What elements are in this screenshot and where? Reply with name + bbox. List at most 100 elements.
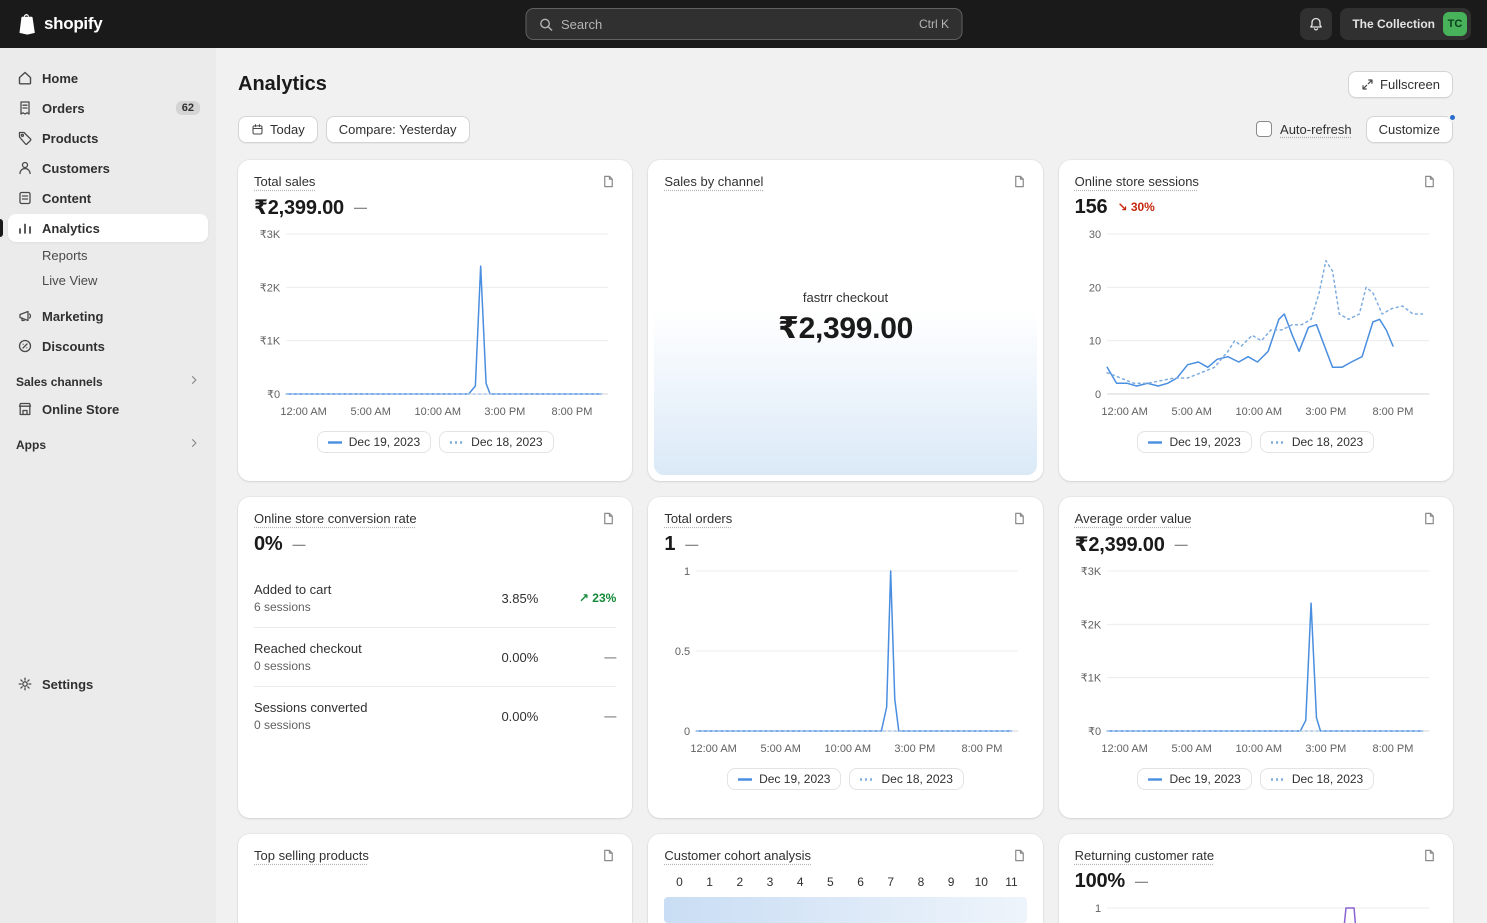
export-report-icon[interactable] [1012, 511, 1027, 526]
metric-value: 156 [1075, 196, 1108, 219]
dotted-line-swatch [1271, 441, 1285, 444]
shopify-bag-icon [16, 13, 37, 36]
date-range-button[interactable]: Today [238, 116, 318, 143]
auto-refresh-toggle[interactable]: Auto-refresh [1256, 121, 1352, 137]
svg-text:₹2K: ₹2K [260, 282, 281, 294]
svg-text:0: 0 [1095, 389, 1101, 401]
funnel-step-sessions: 0 sessions [254, 718, 367, 732]
auto-refresh-checkbox[interactable] [1256, 121, 1272, 137]
sidebar-item-marketing[interactable]: Marketing [8, 302, 208, 330]
svg-text:₹0: ₹0 [267, 389, 280, 401]
funnel-step-rate: 0.00% [501, 709, 538, 724]
conversion-rate-card: Online store conversion rate 0% — Added … [238, 497, 632, 818]
svg-text:1: 1 [684, 566, 690, 578]
total-sales-card: Total sales ₹2,399.00 — ₹3K₹2K₹1K₹012:00… [238, 160, 632, 481]
cohort-col: 6 [845, 875, 875, 889]
store-menu[interactable]: The Collection TC [1340, 8, 1471, 40]
card-title[interactable]: Customer cohort analysis [664, 848, 811, 863]
customize-button[interactable]: Customize [1366, 116, 1453, 143]
svg-text:10:00 AM: 10:00 AM [1235, 406, 1281, 418]
funnel-row-reached-checkout: Reached checkout 0 sessions 0.00% — [254, 627, 616, 686]
sidebar-item-content[interactable]: Content [8, 184, 208, 212]
sidebar-item-reports[interactable]: Reports [8, 244, 208, 267]
topbar: shopify Search Ctrl K The Collection TC [0, 0, 1487, 48]
chevron-right-icon [188, 437, 200, 452]
customize-label: Customize [1379, 122, 1440, 137]
card-title[interactable]: Sales by channel [664, 174, 763, 189]
sidebar-item-analytics[interactable]: Analytics [8, 214, 208, 242]
legend-dec19[interactable]: Dec 19, 2023 [1137, 768, 1251, 790]
content-icon [16, 189, 34, 207]
fullscreen-icon [1361, 78, 1374, 91]
export-report-icon[interactable] [601, 848, 616, 863]
sidebar-item-live-view[interactable]: Live View [8, 269, 208, 292]
card-title[interactable]: Online store conversion rate [254, 511, 417, 526]
card-title[interactable]: Total orders [664, 511, 732, 526]
sidebar: Home Orders 62 Products Customers Conten… [0, 48, 216, 923]
svg-text:0.5: 0.5 [675, 646, 690, 658]
export-report-icon[interactable] [1012, 848, 1027, 863]
sidebar-item-home[interactable]: Home [8, 64, 208, 92]
legend-dec18[interactable]: Dec 18, 2023 [1260, 768, 1374, 790]
card-title[interactable]: Total sales [254, 174, 315, 189]
cohort-col: 9 [936, 875, 966, 889]
metric-value: 0% [254, 533, 283, 556]
active-indicator [0, 219, 3, 237]
legend-dec19[interactable]: Dec 19, 2023 [317, 431, 431, 453]
sidebar-item-discounts[interactable]: Discounts [8, 332, 208, 360]
sales-channels-section[interactable]: Sales channels [8, 362, 208, 395]
legend-label: Dec 19, 2023 [1169, 435, 1240, 449]
compare-button[interactable]: Compare: Yesterday [326, 116, 470, 143]
analytics-card-grid: Total sales ₹2,399.00 — ₹3K₹2K₹1K₹012:00… [238, 160, 1453, 923]
sidebar-item-settings[interactable]: Settings [8, 670, 208, 698]
sales-by-channel-card: Sales by channel fastrr checkout ₹2,399.… [648, 160, 1042, 481]
fullscreen-button[interactable]: Fullscreen [1348, 71, 1453, 98]
legend-dec19[interactable]: Dec 19, 2023 [727, 768, 841, 790]
svg-text:5:00 AM: 5:00 AM [1171, 743, 1211, 755]
svg-text:8:00 PM: 8:00 PM [1372, 743, 1413, 755]
export-report-icon[interactable] [1422, 174, 1437, 189]
metric-change-down: ↘ 30% [1117, 200, 1154, 214]
cohort-col: 4 [785, 875, 815, 889]
sidebar-item-label: Products [42, 131, 98, 146]
store-avatar: TC [1443, 12, 1467, 36]
svg-text:₹3K: ₹3K [1080, 566, 1101, 578]
cohort-col: 3 [755, 875, 785, 889]
legend-dec18[interactable]: Dec 18, 2023 [439, 431, 553, 453]
export-report-icon[interactable] [601, 511, 616, 526]
export-report-icon[interactable] [1012, 174, 1027, 189]
average-order-value-card: Average order value ₹2,399.00 — ₹3K₹2K₹1… [1059, 497, 1453, 818]
legend-dec18[interactable]: Dec 18, 2023 [849, 768, 963, 790]
sidebar-item-orders[interactable]: Orders 62 [8, 94, 208, 122]
funnel-step-delta: — [538, 709, 616, 723]
export-report-icon[interactable] [1422, 848, 1437, 863]
card-title[interactable]: Average order value [1075, 511, 1192, 526]
svg-text:3:00 PM: 3:00 PM [1305, 406, 1346, 418]
card-title[interactable]: Returning customer rate [1075, 848, 1214, 863]
export-report-icon[interactable] [601, 174, 616, 189]
sidebar-item-label: Orders [42, 101, 85, 116]
legend-dec19[interactable]: Dec 19, 2023 [1137, 431, 1251, 453]
page-title: Analytics [238, 73, 327, 96]
apps-section[interactable]: Apps [8, 425, 208, 458]
cohort-col: 2 [725, 875, 755, 889]
cohort-col: 1 [695, 875, 725, 889]
sidebar-item-label: Settings [42, 677, 93, 692]
legend-dec18[interactable]: Dec 18, 2023 [1260, 431, 1374, 453]
funnel-row-added-to-cart: Added to cart 6 sessions 3.85% ↗ 23% [254, 569, 616, 627]
funnel-step-label: Sessions converted [254, 700, 367, 715]
total-orders-card: Total orders 1 — 10.5012:00 AM5:00 AM10:… [648, 497, 1042, 818]
svg-text:10:00 AM: 10:00 AM [1235, 743, 1281, 755]
shopify-logo[interactable]: shopify [16, 13, 102, 36]
sidebar-item-products[interactable]: Products [8, 124, 208, 152]
notifications-button[interactable] [1300, 8, 1332, 40]
card-title[interactable]: Online store sessions [1075, 174, 1199, 189]
svg-text:8:00 PM: 8:00 PM [551, 406, 592, 418]
export-report-icon[interactable] [1422, 511, 1437, 526]
funnel-step-rate: 0.00% [501, 650, 538, 665]
sidebar-item-customers[interactable]: Customers [8, 154, 208, 182]
card-title[interactable]: Top selling products [254, 848, 369, 863]
sidebar-item-online-store[interactable]: Online Store [8, 395, 208, 423]
section-label: Sales channels [16, 375, 103, 389]
search-input[interactable]: Search Ctrl K [525, 8, 962, 40]
